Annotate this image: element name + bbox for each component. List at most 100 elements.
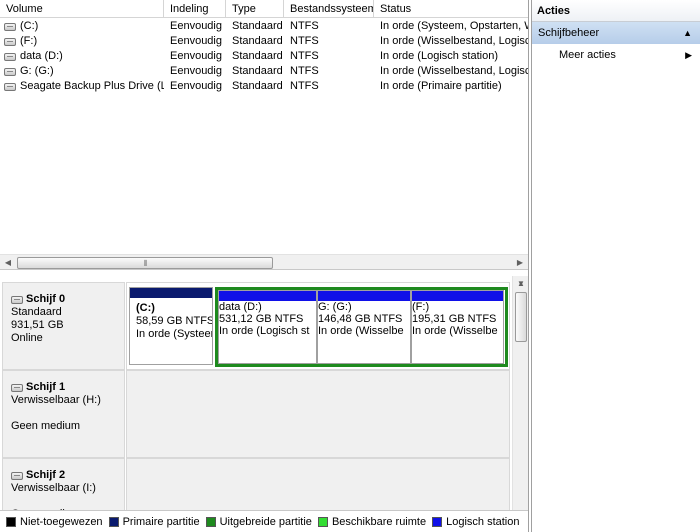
- vertical-scroll-thumb[interactable]: [515, 292, 527, 342]
- filesystem-cell: NTFS: [290, 35, 319, 47]
- partition-name: G: (G:): [318, 301, 352, 313]
- extended-partition[interactable]: data (D:) 531,12 GB NTFS In orde (Logisc…: [215, 287, 508, 367]
- legend-label: Logisch station: [446, 515, 520, 528]
- legend-item-free-space: Beschikbare ruimte: [317, 515, 427, 528]
- actions-group-label: Schijfbeheer: [538, 27, 600, 39]
- legend-label: Beschikbare ruimte: [331, 515, 427, 528]
- scroll-down-icon[interactable]: ▼: [513, 276, 529, 292]
- disk-name: Schijf 2: [11, 469, 124, 482]
- disk-name-text: Schijf 1: [26, 381, 66, 393]
- column-header-type[interactable]: Type: [226, 0, 284, 18]
- type-cell: Standaard: [232, 50, 283, 62]
- partition-size: 58,59 GB NTFS: [136, 315, 212, 327]
- actions-title: Acties: [532, 0, 700, 22]
- type-cell: Standaard: [232, 35, 283, 47]
- legend-swatch: [205, 516, 216, 527]
- disk-row-disk1: Schijf 1 Verwisselbaar (H:) Geen medium: [0, 370, 510, 458]
- layout-cell: Eenvoudig: [170, 65, 222, 77]
- type-cell: Standaard: [232, 20, 283, 32]
- column-header-status[interactable]: Status: [374, 0, 528, 18]
- legend-swatch: [432, 516, 443, 527]
- legend-label: Uitgebreide partitie: [219, 515, 312, 528]
- actions-pane: Acties Schijfbeheer ▲ Meer acties ▶: [531, 0, 700, 532]
- scroll-left-icon[interactable]: ◀: [0, 255, 16, 269]
- volume-row[interactable]: G: (G:) Eenvoudig Standaard NTFS In orde…: [0, 64, 528, 79]
- partition-status: In orde (Wisselbe: [412, 325, 498, 337]
- disk-label-disk2[interactable]: Schijf 2 Verwisselbaar (I:) Geen medium: [2, 458, 125, 510]
- volume-cell: G: (G:): [0, 64, 164, 79]
- volume-row[interactable]: (F:) Eenvoudig Standaard NTFS In orde (W…: [0, 34, 528, 49]
- type-cell: Standaard: [232, 65, 283, 77]
- volume-rows: (C:) Eenvoudig Standaard NTFS In orde (S…: [0, 19, 528, 94]
- horizontal-scroll-thumb[interactable]: ⦀: [17, 257, 273, 269]
- logical-drive-bar: [412, 291, 503, 301]
- legend-swatch: [317, 516, 328, 527]
- column-header-layout[interactable]: Indeling: [164, 0, 226, 18]
- legend-item-primary: Primaire partitie: [108, 516, 200, 528]
- status-cell: In orde (Wisselbestand, Logisch: [380, 35, 528, 47]
- hard-disk-icon: [11, 295, 23, 304]
- disk-management-main-pane: Volume Indeling Type Bestandssysteem Sta…: [0, 0, 529, 532]
- more-actions-label: Meer acties: [559, 49, 616, 61]
- drive-icon: [4, 52, 16, 61]
- volume-row[interactable]: Seagate Backup Plus Drive (L:) Eenvoudig…: [0, 79, 528, 94]
- partition-size: 531,12 GB NTFS: [219, 313, 304, 325]
- filesystem-cell: NTFS: [290, 20, 319, 32]
- volume-list-header: Volume Indeling Type Bestandssysteem Sta…: [0, 0, 528, 18]
- volume-list-horizontal-scrollbar[interactable]: ◀ ⦀ ▶: [0, 254, 528, 269]
- disk-type: Verwisselbaar (H:): [11, 394, 101, 406]
- partition-status: In orde (Wisselbe: [318, 325, 404, 337]
- partition-name: (F:): [412, 301, 430, 313]
- volume-row[interactable]: (C:) Eenvoudig Standaard NTFS In orde (S…: [0, 19, 528, 34]
- volume-name: (C:): [20, 20, 39, 32]
- drive-icon: [4, 37, 16, 46]
- grip-icon: ⦀: [143, 259, 147, 268]
- primary-partition-bar: [130, 288, 212, 298]
- layout-cell: Eenvoudig: [170, 80, 222, 92]
- scroll-right-icon[interactable]: ▶: [512, 255, 528, 269]
- disk-row-disk2: Schijf 2 Verwisselbaar (I:) Geen medium: [0, 458, 510, 510]
- volume-name: Seagate Backup Plus Drive (L:): [20, 80, 164, 92]
- partition-size: 195,31 GB NTFS: [412, 313, 497, 325]
- drive-icon: [4, 22, 16, 31]
- disk-view-vertical-scrollbar[interactable]: ▲ ▼: [512, 276, 528, 510]
- partition-size: 146,48 GB NTFS: [318, 313, 403, 325]
- partition-name: data (D:): [219, 301, 262, 313]
- disk-type: Verwisselbaar (I:): [11, 482, 96, 494]
- volume-cell: data (D:): [0, 49, 164, 64]
- partition-status: In orde (Logisch st: [219, 325, 310, 337]
- status-cell: In orde (Primaire partitie): [380, 80, 502, 92]
- partition-d[interactable]: data (D:) 531,12 GB NTFS In orde (Logisc…: [218, 290, 317, 364]
- legend-label: Niet-toegewezen: [20, 515, 103, 528]
- disk-graphical-view: Schijf 0 Standaard 931,51 GB Online (C:)…: [0, 276, 528, 510]
- partition-c[interactable]: (C:) 58,59 GB NTFS In orde (Systeer: [129, 287, 213, 365]
- volume-row[interactable]: data (D:) Eenvoudig Standaard NTFS In or…: [0, 49, 528, 64]
- column-header-filesystem[interactable]: Bestandssysteem: [284, 0, 374, 18]
- volume-cell: (C:): [0, 19, 164, 34]
- column-header-volume[interactable]: Volume: [0, 0, 164, 18]
- more-actions-item[interactable]: Meer acties ▶: [532, 44, 700, 66]
- layout-cell: Eenvoudig: [170, 35, 222, 47]
- filesystem-cell: NTFS: [290, 80, 319, 92]
- status-cell: In orde (Systeem, Opstarten, W: [380, 20, 528, 32]
- collapse-up-icon[interactable]: ▲: [683, 22, 692, 44]
- disk-partitions-disk0: (C:) 58,59 GB NTFS In orde (Systeer data…: [126, 282, 510, 370]
- partition-g[interactable]: G: (G:) 146,48 GB NTFS In orde (Wisselbe: [317, 290, 411, 364]
- removable-disk-icon: [11, 383, 23, 392]
- partition-f[interactable]: (F:) 195,31 GB NTFS In orde (Wisselbe: [411, 290, 504, 364]
- layout-cell: Eenvoudig: [170, 50, 222, 62]
- disk-name: Schijf 1: [11, 381, 124, 394]
- disk-size: 931,51 GB: [11, 319, 64, 331]
- filesystem-cell: NTFS: [290, 65, 319, 77]
- actions-group-disk-management[interactable]: Schijfbeheer ▲: [532, 22, 700, 44]
- legend-item-logical: Logisch station: [432, 516, 519, 528]
- logical-drive-bar: [219, 291, 316, 301]
- volume-list: Volume Indeling Type Bestandssysteem Sta…: [0, 0, 528, 270]
- legend-swatch: [108, 516, 119, 527]
- disk-label-disk0[interactable]: Schijf 0 Standaard 931,51 GB Online: [2, 282, 125, 370]
- volume-cell: (F:): [0, 34, 164, 49]
- disk-state: Geen medium: [11, 420, 81, 432]
- disk-partitions-disk1: [126, 370, 510, 458]
- disk-label-disk1[interactable]: Schijf 1 Verwisselbaar (H:) Geen medium: [2, 370, 125, 458]
